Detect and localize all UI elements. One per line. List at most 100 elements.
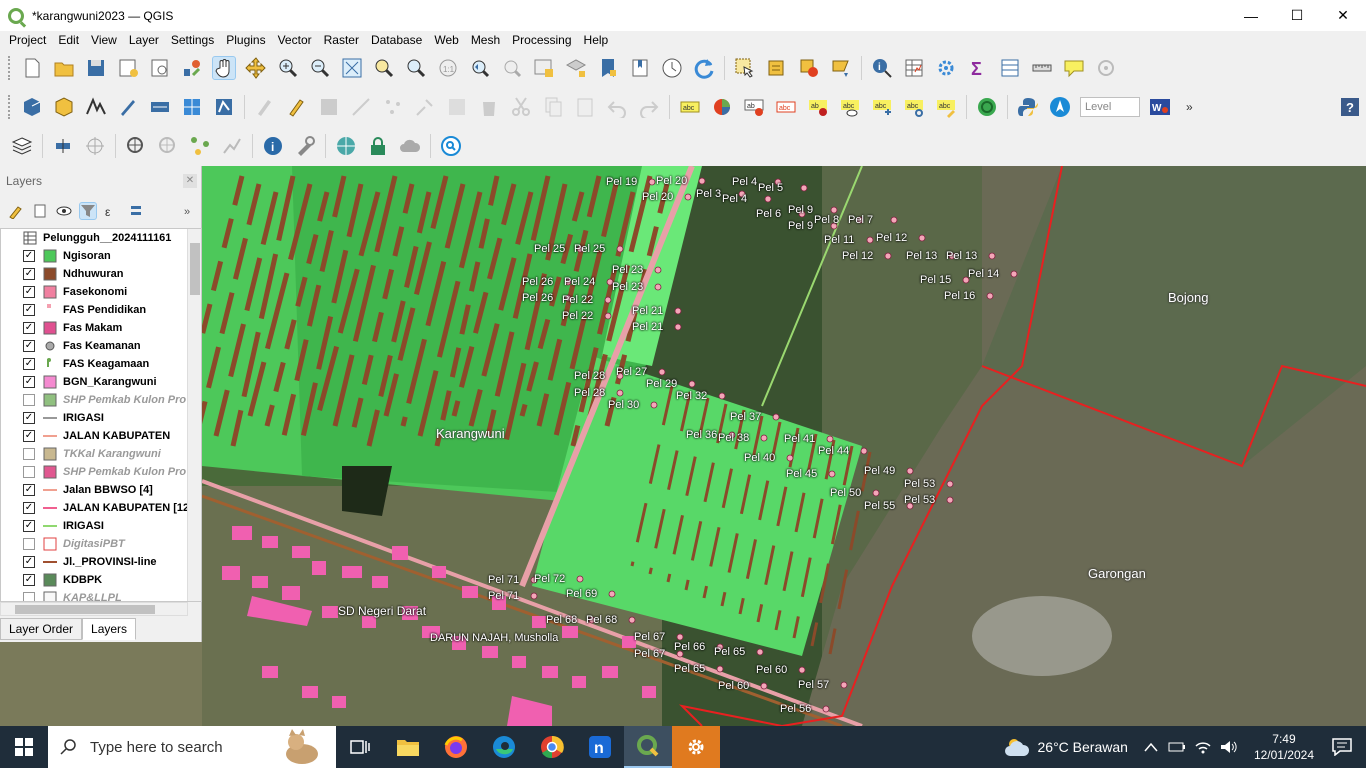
- task-view-icon[interactable]: [336, 726, 384, 768]
- georeferencer-icon[interactable]: [124, 134, 148, 158]
- layer-row[interactable]: ✓ Jalan BBWSO [4]: [1, 481, 201, 499]
- open-attribute-table-icon[interactable]: [998, 56, 1022, 80]
- chrome-icon[interactable]: [528, 726, 576, 768]
- toggle-editing-icon[interactable]: [285, 95, 309, 119]
- zoom-to-selection-icon[interactable]: [372, 56, 396, 80]
- select-by-value-icon[interactable]: [765, 56, 789, 80]
- metasearch-icon[interactable]: [334, 134, 358, 158]
- layer-visibility-checkbox[interactable]: [23, 466, 35, 478]
- cut-features-icon[interactable]: [509, 95, 533, 119]
- modify-attributes-icon[interactable]: [413, 95, 437, 119]
- identify-features-icon[interactable]: i: [870, 56, 894, 80]
- map-canvas[interactable]: Pel 19 Pel 20 Pel 20 Pel 3 Pel 4 Pel 4 Pel 5 Pe…: [202, 166, 1366, 726]
- settings-taskbar-icon[interactable]: [672, 726, 720, 768]
- style-manager-icon[interactable]: [180, 56, 204, 80]
- menu-view[interactable]: View: [85, 33, 123, 47]
- more-tools-icon[interactable]: »: [1180, 95, 1204, 119]
- layer-visibility-checkbox[interactable]: ✓: [23, 304, 35, 316]
- paste-features-icon[interactable]: [573, 95, 597, 119]
- grass-tools-icon[interactable]: [975, 95, 999, 119]
- layer-row[interactable]: ✓ FAS Keagamaan: [1, 355, 201, 373]
- layer-row[interactable]: KAP&LLPL: [1, 589, 201, 601]
- data-source-manager-icon[interactable]: [20, 95, 44, 119]
- panel-close-button[interactable]: ✕: [183, 174, 197, 188]
- move-label-icon[interactable]: abc: [870, 95, 894, 119]
- layer-visibility-checkbox[interactable]: ✓: [23, 286, 35, 298]
- menu-edit[interactable]: Edit: [52, 33, 85, 47]
- toolbox-icon[interactable]: [934, 56, 958, 80]
- bookmark-icon[interactable]: [596, 56, 620, 80]
- add-vector-icon[interactable]: [212, 95, 236, 119]
- layer-row[interactable]: ✓ FAS Pendidikan: [1, 301, 201, 319]
- close-button[interactable]: ✕: [1320, 0, 1366, 31]
- add-feature-icon[interactable]: [349, 95, 373, 119]
- temporal-controller-icon[interactable]: [660, 56, 684, 80]
- taskbar-clock[interactable]: 7:49 12/01/2024: [1254, 731, 1314, 763]
- plugin-settings-icon[interactable]: [293, 134, 317, 158]
- change-label-icon[interactable]: abc: [934, 95, 958, 119]
- open-project-icon[interactable]: [52, 56, 76, 80]
- layer-visibility-checkbox[interactable]: ✓: [23, 484, 35, 496]
- label-toolbar-icon[interactable]: abc: [678, 95, 702, 119]
- open-layer-styling-icon[interactable]: [7, 202, 25, 220]
- vertex-tool-icon[interactable]: [381, 95, 405, 119]
- layer-visibility-checkbox[interactable]: ✓: [23, 430, 35, 442]
- layer-tree-vertical-scrollbar[interactable]: [187, 229, 201, 601]
- tab-layer-order[interactable]: Layer Order: [0, 618, 83, 640]
- expand-all-icon[interactable]: [127, 202, 145, 220]
- layer-row[interactable]: TKKal Karangwuni: [1, 445, 201, 463]
- layer-row[interactable]: ✓ Ndhuwuran: [1, 265, 201, 283]
- minimize-button[interactable]: —: [1228, 0, 1274, 31]
- delete-selected-icon[interactable]: [477, 95, 501, 119]
- menu-database[interactable]: Database: [365, 33, 428, 47]
- refresh-icon[interactable]: [692, 56, 716, 80]
- layer-row[interactable]: ✓ JALAN KABUPATEN [12: [1, 499, 201, 517]
- save-project-icon[interactable]: [84, 56, 108, 80]
- news-app-icon[interactable]: n: [576, 726, 624, 768]
- snapping-icon[interactable]: [83, 134, 107, 158]
- menu-project[interactable]: Project: [3, 33, 52, 47]
- new-geopackage-icon[interactable]: [52, 95, 76, 119]
- show-hide-labels-icon[interactable]: abc: [838, 95, 862, 119]
- taskbar-search-box[interactable]: Type here to search: [48, 726, 336, 768]
- layer-row[interactable]: Pelungguh__2024111161: [1, 229, 201, 247]
- layer-row[interactable]: ✓ Fas Keamanan: [1, 337, 201, 355]
- new-map-view-icon[interactable]: [532, 56, 556, 80]
- highlight-pinned-labels-icon[interactable]: ab: [742, 95, 766, 119]
- zoom-full-icon[interactable]: [340, 56, 364, 80]
- zoom-native-icon[interactable]: 1:1: [436, 56, 460, 80]
- battery-icon[interactable]: [1168, 740, 1186, 754]
- layer-row[interactable]: ✓ IRIGASI: [1, 517, 201, 535]
- notifications-icon[interactable]: [1332, 738, 1352, 756]
- menu-web[interactable]: Web: [428, 33, 464, 47]
- layer-visibility-checkbox[interactable]: [23, 538, 35, 550]
- qgis-taskbar-icon[interactable]: [624, 726, 672, 768]
- file-explorer-icon[interactable]: [384, 726, 432, 768]
- diagram-options-icon[interactable]: [710, 95, 734, 119]
- pan-to-selection-icon[interactable]: [244, 56, 268, 80]
- layer-styling-icon[interactable]: [10, 134, 34, 158]
- show-bookmarks-icon[interactable]: [628, 56, 652, 80]
- add-raster-icon[interactable]: [180, 95, 204, 119]
- layer-row[interactable]: ✓ Ngisoran: [1, 247, 201, 265]
- menu-processing[interactable]: Processing: [506, 33, 577, 47]
- save-edits-icon[interactable]: [317, 95, 341, 119]
- layer-visibility-checkbox[interactable]: ✓: [23, 268, 35, 280]
- menu-vector[interactable]: Vector: [272, 33, 318, 47]
- layer-row[interactable]: SHP Pemkab Kulon Pro: [1, 391, 201, 409]
- gps-tool-icon[interactable]: [1094, 56, 1118, 80]
- layer-visibility-checkbox[interactable]: ✓: [23, 358, 35, 370]
- help-icon[interactable]: ?: [1338, 95, 1362, 119]
- deselect-features-icon[interactable]: [797, 56, 821, 80]
- locator-search-icon[interactable]: [439, 134, 463, 158]
- new-3d-map-icon[interactable]: [564, 56, 588, 80]
- layer-visibility-checkbox[interactable]: ✓: [23, 340, 35, 352]
- layer-row[interactable]: ✓ Fasekonomi: [1, 283, 201, 301]
- add-gcp-icon[interactable]: [156, 134, 180, 158]
- layer-visibility-checkbox[interactable]: ✓: [23, 502, 35, 514]
- show-hidden-icons-icon[interactable]: [1144, 742, 1158, 752]
- manage-map-themes-icon[interactable]: [55, 202, 73, 220]
- lock-icon[interactable]: [366, 134, 390, 158]
- zoom-next-icon[interactable]: [500, 56, 524, 80]
- layer-visibility-checkbox[interactable]: ✓: [23, 412, 35, 424]
